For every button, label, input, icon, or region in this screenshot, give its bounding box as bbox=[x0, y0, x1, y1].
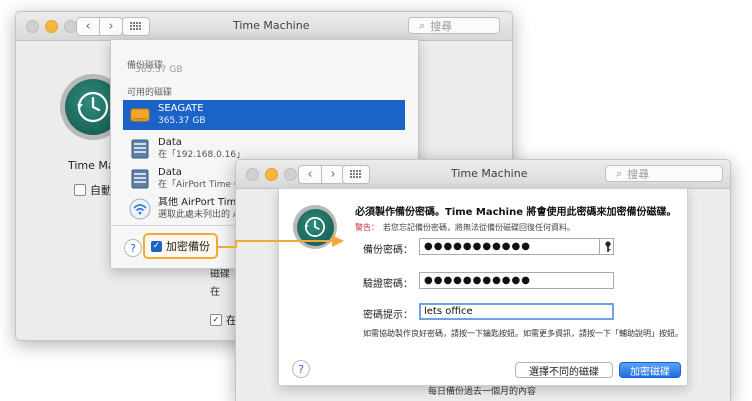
annotation-arrow bbox=[218, 235, 344, 248]
